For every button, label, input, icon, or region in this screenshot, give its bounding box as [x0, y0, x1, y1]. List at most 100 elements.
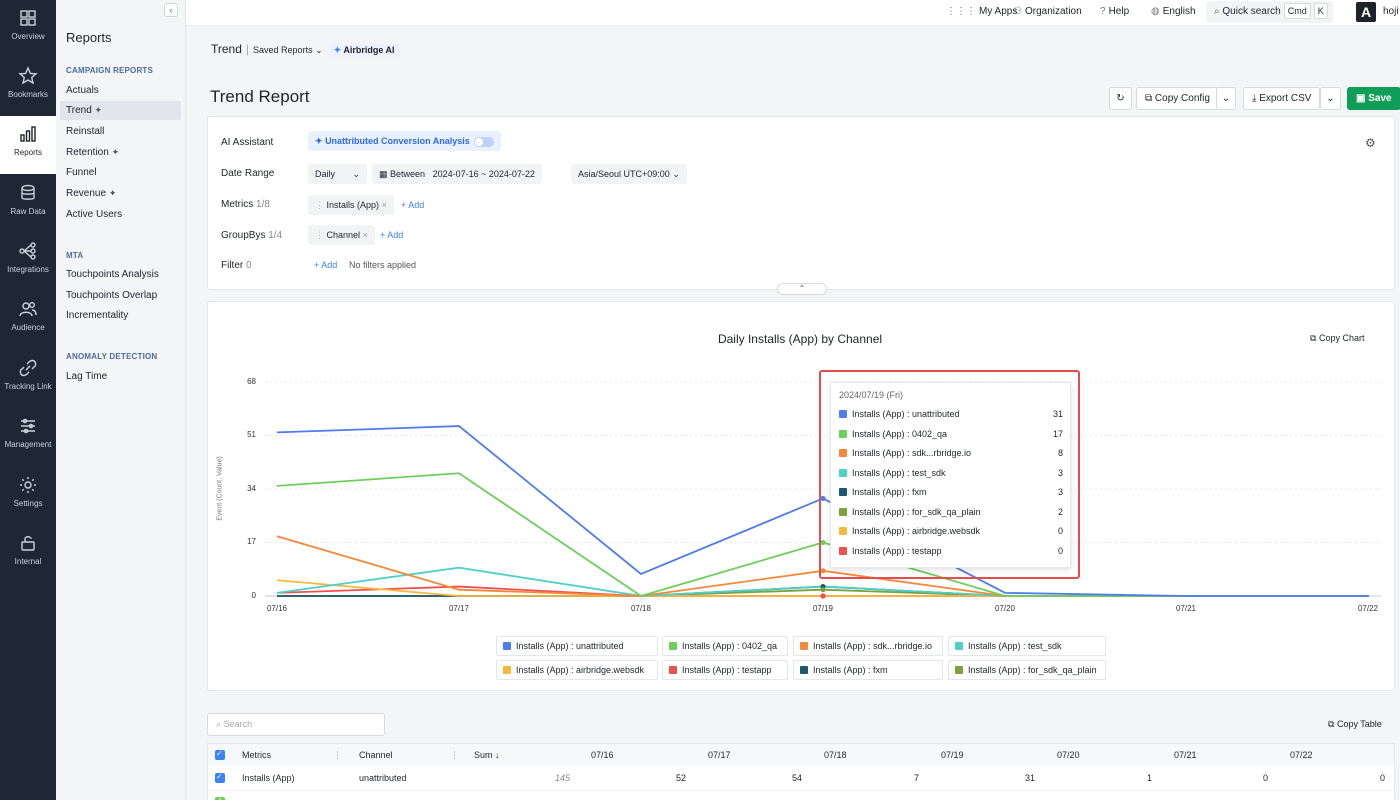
column-header-date[interactable]: 07/22	[1290, 744, 1313, 766]
sidebar-item-active-users[interactable]: Active Users	[60, 205, 181, 224]
x-tick: 07/20	[994, 604, 1016, 613]
date-range-picker[interactable]: ▦ Between 2024-07-16 ~ 2024-07-22	[372, 164, 542, 184]
legend-item[interactable]: Installs (App) : testapp	[662, 660, 788, 680]
metric-value: Installs (App)	[326, 200, 380, 210]
column-header-sum[interactable]: Sum ↓	[474, 744, 500, 766]
remove-icon[interactable]: ×	[382, 200, 387, 210]
kbd-k: K	[1313, 3, 1328, 19]
help-label: Help	[1108, 6, 1130, 17]
my-apps-button[interactable]: ⋮⋮⋮ My Apps	[946, 0, 1017, 24]
column-menu-icon[interactable]: ⋮	[333, 744, 342, 766]
legend-item[interactable]: Installs (App) : fxm	[793, 660, 943, 680]
copy-chart-button[interactable]: ⧉ Copy Chart	[1310, 333, 1364, 344]
export-csv-button[interactable]: ⤓ Export CSV	[1243, 87, 1321, 110]
sidebar-item-reinstall[interactable]: Reinstall	[60, 122, 181, 141]
brand-logo[interactable]: A	[1356, 2, 1376, 22]
column-menu-icon[interactable]: ⋮	[450, 744, 459, 766]
legend-item[interactable]: Installs (App) : airbridge.websdk	[496, 660, 658, 680]
refresh-button[interactable]: ↻	[1109, 87, 1132, 110]
sidebar-item-trend[interactable]: Trend ✦	[60, 101, 181, 120]
metric-chip[interactable]: ⋮ Installs (App) ×	[308, 195, 394, 215]
column-header-date[interactable]: 07/21	[1174, 744, 1197, 766]
rail-label: Reports	[13, 148, 42, 157]
copy-config-dropdown[interactable]: ⌄	[1216, 87, 1236, 110]
help-button[interactable]: ? Help	[1100, 0, 1129, 24]
table-cell-metric: Installs (App)	[242, 773, 295, 783]
download-icon: ⤓	[1252, 93, 1257, 104]
rail-item-tracking-link[interactable]: Tracking Link	[0, 350, 56, 408]
column-header-metrics[interactable]: Metrics ⋮	[242, 744, 342, 766]
timezone-select[interactable]: Asia/Seoul UTC+09:00 ⌄	[571, 164, 687, 184]
row-checkbox[interactable]	[215, 772, 225, 783]
quick-search-button[interactable]: ⌕ Quick search Cmd K	[1206, 1, 1333, 23]
ai-assistant-chip[interactable]: ✦ Unattributed Conversion Analysis	[308, 131, 501, 151]
legend-item[interactable]: Installs (App) : test_sdk	[948, 636, 1106, 656]
column-header-date[interactable]: 07/17	[708, 744, 731, 766]
sidebar-item-label: Retention	[66, 147, 109, 158]
legend-item[interactable]: Installs (App) : for_sdk_qa_plain	[948, 660, 1106, 680]
ai-assistant-value: Unattributed Conversion Analysis	[325, 136, 470, 146]
sidebar-item-actuals[interactable]: Actuals	[60, 81, 181, 100]
add-filter-button[interactable]: + Add	[314, 260, 337, 270]
sidebar-collapse-button[interactable]: ‹	[164, 3, 178, 17]
language-button[interactable]: ◍ English	[1151, 0, 1196, 24]
sidebar-item-touchpoints-overlap[interactable]: Touchpoints Overlap	[60, 286, 181, 305]
column-header-date[interactable]: 07/16	[591, 744, 614, 766]
groupby-chip[interactable]: ⋮ Channel ×	[308, 225, 375, 245]
remove-icon[interactable]: ×	[363, 230, 368, 240]
sidebar-item-funnel[interactable]: Funnel	[60, 163, 181, 182]
collapse-query-button[interactable]: ⌃	[777, 283, 827, 295]
user-menu[interactable]: hoji	[1383, 0, 1399, 24]
rail-item-integrations[interactable]: Integrations	[0, 233, 56, 291]
column-header-date[interactable]: 07/20	[1057, 744, 1080, 766]
date-range-label: Date Range	[221, 168, 275, 179]
airbridge-ai-button[interactable]: ✦ Airbridge AI	[328, 44, 400, 57]
sidebar-item-label: Incrementality	[66, 310, 129, 321]
table-search-input[interactable]: ⌕ Search	[207, 713, 385, 736]
rail-label: Tracking Link	[4, 382, 52, 391]
sidebar-item-retention[interactable]: Retention ✦	[60, 143, 181, 162]
rail-item-bookmarks[interactable]: Bookmarks	[0, 58, 56, 116]
export-dropdown[interactable]: ⌄	[1320, 87, 1341, 110]
granularity-select[interactable]: Daily ⌄	[308, 164, 367, 184]
save-button[interactable]: ▣ Save	[1347, 87, 1400, 110]
rail-item-management[interactable]: Management	[0, 408, 56, 466]
ai-assistant-toggle[interactable]	[473, 136, 494, 147]
copy-table-button[interactable]: ⧉ Copy Table	[1328, 719, 1382, 730]
column-header-date[interactable]: 07/19	[941, 744, 964, 766]
column-header-label: Channel	[359, 750, 393, 760]
organization-button[interactable]: ⚇ Organization	[1013, 0, 1082, 24]
legend-item[interactable]: Installs (App) : unattributed	[496, 636, 658, 656]
rail-item-internal[interactable]: Internal	[0, 525, 56, 583]
table-cell-sum: 145	[554, 773, 570, 783]
add-groupby-button[interactable]: + Add	[380, 230, 403, 240]
legend-item[interactable]: Installs (App) : sdk...rbridge.io	[793, 636, 943, 656]
rail-item-settings[interactable]: Settings	[0, 467, 56, 525]
search-placeholder: Search	[223, 719, 253, 729]
rail-item-overview[interactable]: Overview	[0, 0, 56, 58]
table-cell-value: 0	[1262, 773, 1268, 783]
column-header-date[interactable]: 07/18	[824, 744, 847, 766]
x-tick: 07/21	[1175, 604, 1197, 613]
sidebar-item-revenue[interactable]: Revenue ✦	[60, 184, 181, 203]
rail-item-reports[interactable]: Reports	[0, 116, 56, 174]
legend-label: Installs (App) : 0402_qa	[682, 641, 778, 651]
column-header-channel[interactable]: Channel ⋮	[359, 744, 459, 766]
rail-item-raw-data[interactable]: Raw Data	[0, 175, 56, 233]
add-metric-button[interactable]: + Add	[401, 200, 424, 210]
saved-reports-dropdown[interactable]: Saved Reports ⌄	[253, 45, 323, 55]
panel-settings-icon[interactable]: ⚙	[1365, 136, 1376, 150]
sidebar-item-lag-time[interactable]: Lag Time	[60, 367, 181, 386]
copy-config-button[interactable]: ⧉ Copy Config	[1136, 87, 1219, 110]
sidebar-item-incrementality[interactable]: Incrementality	[60, 306, 181, 325]
rail-item-audience[interactable]: Audience	[0, 291, 56, 349]
save-icon: ▣	[1356, 93, 1366, 104]
sidebar-item-touchpoints-analysis[interactable]: Touchpoints Analysis	[60, 265, 181, 284]
legend-item[interactable]: Installs (App) : 0402_qa	[662, 636, 788, 656]
x-tick: 07/19	[812, 604, 834, 613]
x-tick: 07/17	[448, 604, 470, 613]
grid-icon	[18, 8, 38, 28]
legend-label: Installs (App) : unattributed	[516, 641, 624, 651]
rail-label: Raw Data	[10, 207, 46, 216]
select-all-checkbox[interactable]	[215, 749, 225, 760]
